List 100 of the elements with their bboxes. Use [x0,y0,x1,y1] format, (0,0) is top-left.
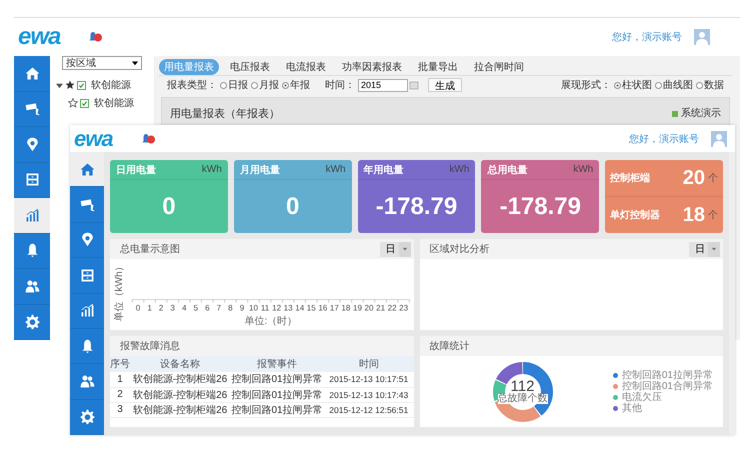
caret-icon[interactable] [56,82,63,88]
report-tab[interactable]: 批量导出 [413,58,463,74]
radio-option[interactable]: 柱状图 [614,78,652,92]
unit-label: kWh [326,164,346,175]
legend-label: 电流欠压 [622,392,662,402]
axis-label: 单位（kWh） [114,261,126,322]
stat-value: 0 [161,192,177,222]
legend-label: 控制回路01合闸异常 [622,380,713,392]
account-link[interactable]: 您好，演示账号 [629,132,699,146]
region-dropdown[interactable]: 按区域 [62,56,142,70]
notification-bell-icon [88,31,104,43]
nav-button[interactable] [70,152,104,188]
field-label: 时间： [325,78,355,92]
radio-circle[interactable] [655,82,662,88]
unit-label: kWh [449,164,470,175]
tick-label: 2 [158,304,164,313]
radio-circle[interactable] [614,82,621,88]
report-title: 用电量报表（年报表） [170,107,280,121]
radio-circle[interactable] [696,82,703,88]
tick-label: 14 [295,304,304,313]
tick-label: 8 [228,304,233,313]
tick-label: 10 [249,304,258,313]
total-count: 112 [510,379,534,394]
nav-button[interactable] [14,198,50,234]
card-title: 总用电量 [487,164,528,176]
account-link[interactable]: 您好，演示账号 [612,30,682,44]
tick-label: 19 [352,304,362,313]
logo: ewa [18,25,60,49]
radio-circle[interactable] [220,82,227,88]
tick-label: 6 [205,304,210,313]
tick-label: 5 [194,304,198,313]
legend-label: 其他 [622,402,642,414]
panel-title: 报警故障消息 [120,340,180,353]
radio-option[interactable]: 日报 [220,78,248,92]
tick-label: 22 [388,304,397,313]
column-header: 序号 [110,356,130,372]
report-tab[interactable]: 电流报表 [281,58,331,74]
stat-value: 18 [682,204,705,226]
bar-chart-icon [78,302,96,320]
people-icon [78,372,96,390]
tick-label: 16 [318,304,328,313]
logo: ewa [74,128,113,150]
radio-option[interactable]: 年报 [282,78,310,92]
tick-label: 9 [240,304,244,313]
unit-label: kWh [202,164,222,175]
tick-label: 11 [260,304,270,313]
radio-circle[interactable] [282,82,289,88]
card-title: 日用电量 [116,164,156,176]
tick-label: 18 [341,304,350,313]
report-tab[interactable]: 拉合闸时间 [469,58,529,74]
generate-button[interactable]: 生成 [428,78,462,92]
report-tab[interactable]: 电压报表 [225,58,275,74]
settings-icon [78,408,96,426]
tick-label: 7 [216,304,222,313]
tick-label: 15 [306,304,316,313]
scrollbar[interactable] [729,152,735,435]
legend-label: 控制回路01拉闸异常 [622,370,713,380]
card-title: 年用电量 [364,164,404,176]
tick-label: 20 [364,304,374,313]
period-dropdown[interactable]: 日 [380,242,410,256]
checkbox[interactable] [80,98,89,108]
column-header: 报警事件 [230,356,324,372]
table-cell: 1 [110,372,130,387]
panel-title: 总电量示意图 [120,242,180,256]
table-cell: 控制回路01拉闸异常 [230,372,324,387]
notification-bell-icon [140,132,157,144]
tick-label: 12 [272,304,282,313]
star-icon[interactable] [68,98,78,108]
tick-label: 1 [147,304,152,313]
caret-icon [711,246,717,252]
radio-option[interactable]: 月报 [251,78,279,92]
year-field[interactable]: 2015 [358,78,408,92]
panel-title: 故障统计 [430,340,470,353]
card-title: 单灯控制器 [610,208,660,222]
report-tab[interactable]: 功率因素报表 [337,58,407,74]
table-cell: 软创能源-控制柜端26 [130,387,230,402]
table-cell: 3 [110,402,130,417]
cabinet-icon [24,171,40,188]
table-cell: 2015-12-13 10:17:51 [324,372,414,387]
table-cell: 2 [110,387,130,402]
tree-item-label[interactable]: 软创能源 [94,96,134,110]
column-header: 设备名称 [130,356,230,372]
radio-circle[interactable] [251,82,258,88]
tick-label: 4 [182,304,186,313]
star-icon[interactable] [65,80,75,90]
total-label: 总故障个数 [498,394,548,404]
caret-icon [132,60,138,66]
table-cell: 控制回路01拉闸异常 [230,387,324,402]
tick-label: 13 [284,304,293,313]
tree-item-label[interactable]: 软创能源 [91,78,131,92]
unit-label: 个 [708,209,718,222]
radio-option[interactable]: 曲线图 [655,78,693,92]
period-dropdown[interactable]: 日 [689,242,720,256]
legend-swatch [672,111,678,117]
radio-option[interactable]: 数据 [696,78,724,92]
table-cell: 软创能源-控制柜端26 [130,372,230,387]
stat-value: -178.79 [374,192,458,222]
axis-label: 单位:（时） [244,316,298,327]
checkbox[interactable] [77,80,86,90]
settings-icon [24,313,40,330]
